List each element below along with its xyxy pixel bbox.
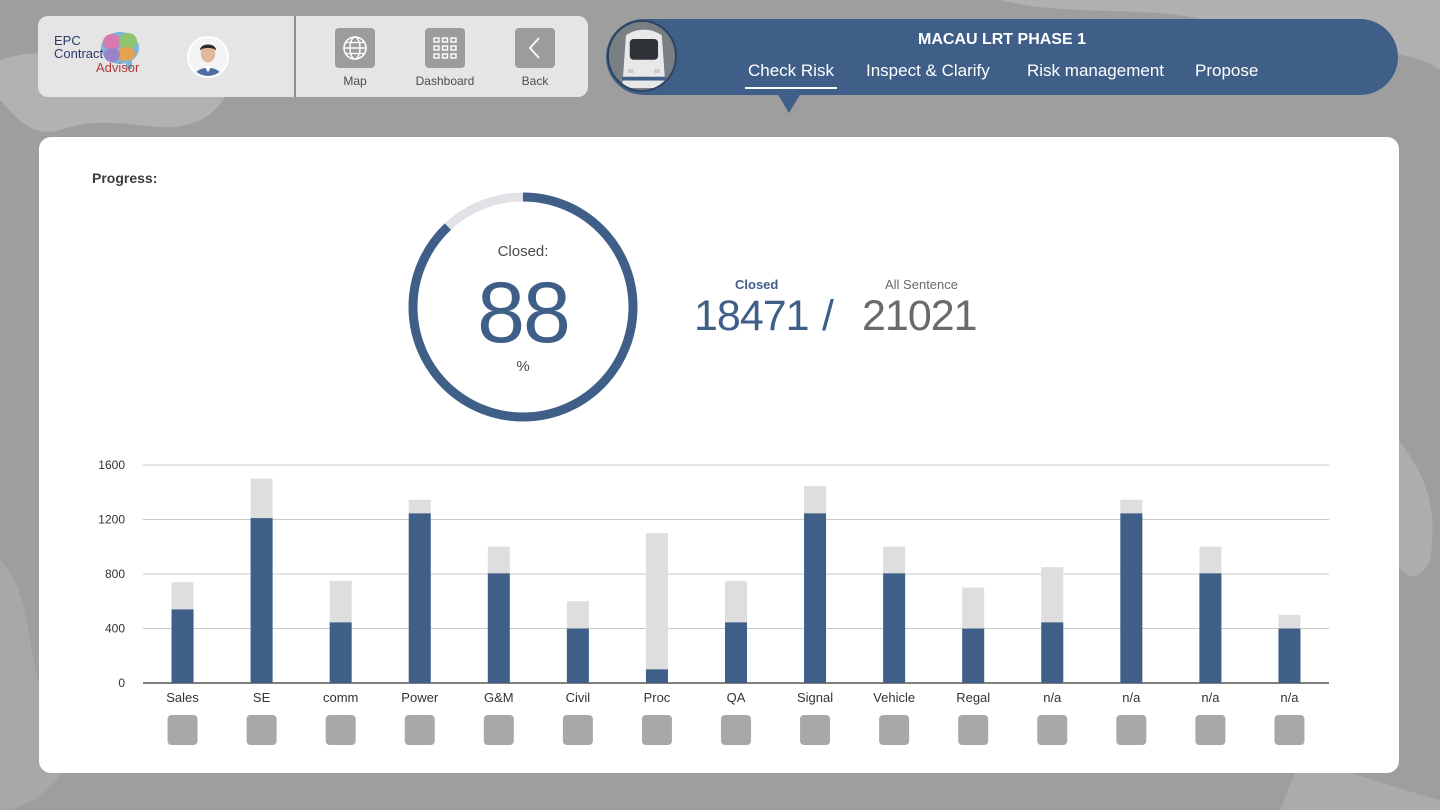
count-separator: / xyxy=(822,292,834,340)
bar-closed xyxy=(171,609,194,683)
y-tick-label: 400 xyxy=(105,622,125,636)
header-divider xyxy=(294,16,296,97)
x-tick-label: Signal xyxy=(797,690,833,705)
category-select-button[interactable] xyxy=(483,715,514,745)
y-tick-label: 0 xyxy=(118,676,125,690)
progress-percent-unit: % xyxy=(516,358,530,375)
tab-inspect-clarify[interactable]: Inspect & Clarify xyxy=(866,61,990,81)
tab-propose[interactable]: Propose xyxy=(1195,61,1258,81)
category-select-button[interactable] xyxy=(1037,715,1068,745)
x-tick-label: Civil xyxy=(566,690,591,705)
x-tick-label: n/a xyxy=(1122,690,1141,705)
x-tick-label: G&M xyxy=(484,690,514,705)
category-bar-chart: 0 400 800 1200 1600 Sales SE comm Power G&M Civil P… xyxy=(98,458,1329,745)
grid-icon xyxy=(433,37,457,59)
tab-check-risk[interactable]: Check Risk xyxy=(745,61,837,89)
bar-closed xyxy=(804,513,827,683)
bar-closed xyxy=(250,518,273,683)
user-portrait-icon xyxy=(189,38,227,76)
bar-closed xyxy=(408,513,431,683)
x-tick-label: n/a xyxy=(1043,690,1062,705)
progress-percent: 88 xyxy=(477,265,571,361)
epc-contract-advisor-logo: EPC Contract Advisor xyxy=(54,28,166,86)
map-button-label: Map xyxy=(343,74,367,88)
app-header-panel: EPC Contract Advisor Map Dashboard Back xyxy=(38,16,588,97)
bar-closed xyxy=(725,622,747,683)
category-select-button[interactable] xyxy=(800,715,831,745)
x-tick-label: comm xyxy=(323,690,358,705)
bar-closed xyxy=(566,628,589,683)
tab-risk-management[interactable]: Risk management xyxy=(1027,61,1164,81)
category-select-button[interactable] xyxy=(879,715,910,745)
category-select-button[interactable] xyxy=(721,715,751,745)
x-tick-label: Vehicle xyxy=(873,690,915,705)
bar-closed xyxy=(1120,513,1143,683)
x-tick-label: Sales xyxy=(166,690,199,705)
y-tick-label: 800 xyxy=(105,567,125,581)
project-title: MACAU LRT PHASE 1 xyxy=(606,31,1398,49)
bar-closed xyxy=(1199,573,1222,683)
chevron-left-icon xyxy=(528,37,540,59)
progress-label: Progress: xyxy=(92,170,158,186)
active-tab-pointer xyxy=(777,93,801,113)
map-button[interactable]: Map xyxy=(315,28,395,90)
category-select-button[interactable] xyxy=(1116,715,1147,745)
project-header: MACAU LRT PHASE 1 Check Risk Inspect & C… xyxy=(606,19,1398,95)
category-select-button[interactable] xyxy=(562,715,593,745)
bar-closed xyxy=(329,622,352,683)
bar-closed xyxy=(1278,628,1301,683)
closed-count-label: Closed xyxy=(735,277,779,292)
all-sentence-label: All Sentence xyxy=(885,277,958,292)
bar-closed xyxy=(1041,622,1064,683)
bar-closed xyxy=(645,669,668,683)
bar-closed xyxy=(883,573,906,683)
dashboard-button-label: Dashboard xyxy=(415,74,475,88)
category-select-button[interactable] xyxy=(641,715,672,745)
logo-text-contract: Contract xyxy=(54,46,104,61)
back-button[interactable]: Back xyxy=(495,28,575,90)
ring-caption: Closed: xyxy=(497,243,549,260)
x-tick-label: SE xyxy=(253,690,271,705)
category-select-button[interactable] xyxy=(1274,715,1305,745)
category-select-button[interactable] xyxy=(958,715,989,745)
x-tick-label: n/a xyxy=(1280,690,1299,705)
category-select-button[interactable] xyxy=(246,715,277,745)
category-select-button[interactable] xyxy=(167,715,198,745)
back-button-label: Back xyxy=(521,74,549,88)
y-tick-label: 1200 xyxy=(98,513,125,527)
x-tick-label: n/a xyxy=(1201,690,1220,705)
x-tick-label: Regal xyxy=(956,690,990,705)
category-select-button[interactable] xyxy=(1195,715,1226,745)
progress-card: Progress: Closed: 88 % Closed 18471 / Al… xyxy=(39,137,1399,773)
project-title-text: MACAU LRT PHASE 1 xyxy=(917,31,1086,48)
x-tick-label: QA xyxy=(727,690,746,705)
bar-closed xyxy=(487,573,510,683)
logo-text-advisor: Advisor xyxy=(96,60,140,75)
y-tick-label: 1600 xyxy=(98,458,125,472)
closed-count-value: 18471 xyxy=(694,292,810,340)
dashboard-button[interactable]: Dashboard xyxy=(405,28,485,90)
user-avatar[interactable] xyxy=(187,36,229,78)
globe-icon xyxy=(343,36,367,60)
all-sentence-value: 21021 xyxy=(862,292,978,340)
bar-total xyxy=(645,533,668,683)
x-tick-label: Proc xyxy=(644,690,671,705)
x-tick-label: Power xyxy=(401,690,439,705)
bar-closed xyxy=(962,628,985,683)
category-select-button[interactable] xyxy=(325,715,356,745)
category-select-button[interactable] xyxy=(404,715,435,745)
